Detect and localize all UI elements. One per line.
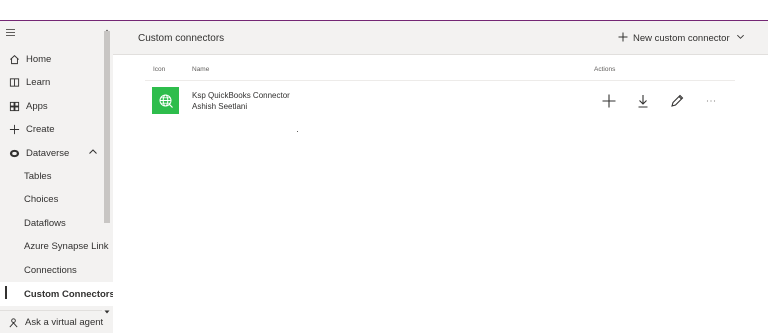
command-bar: Custom connectors New custom connector: [113, 21, 768, 55]
nav-label: Custom Connectors: [24, 288, 113, 300]
table-row[interactable]: Ksp QuickBooks Connector Ashish Seetlani: [145, 81, 735, 121]
nav-item-choices[interactable]: Choices: [0, 187, 113, 211]
hamburger-menu-icon[interactable]: [6, 27, 20, 39]
active-indicator: [5, 286, 7, 299]
nav-item-learn[interactable]: Learn: [0, 70, 102, 94]
nav-label: Home: [26, 53, 52, 65]
nav-label: Learn: [26, 76, 51, 88]
agent-icon: [8, 316, 19, 328]
download-icon[interactable]: [635, 93, 651, 109]
nav-item-apps[interactable]: Apps: [0, 94, 102, 118]
nav-item-azure-synapse-link[interactable]: Azure Synapse Link: [0, 234, 113, 258]
book-icon: [8, 76, 20, 88]
nav-label: Dataflows: [24, 217, 66, 229]
nav-label: Dataverse: [26, 147, 70, 159]
chevron-up-icon[interactable]: [88, 147, 100, 159]
main-content: Custom connectors New custom connector I…: [113, 21, 768, 333]
scroll-down-icon[interactable]: [104, 304, 110, 314]
more-options-icon[interactable]: [703, 93, 719, 109]
nav-item-custom-connectors[interactable]: Custom Connectors: [0, 282, 113, 306]
nav-item-dataflows[interactable]: Dataflows: [0, 211, 113, 235]
nav-item-dataverse[interactable]: Dataverse: [0, 141, 102, 165]
chevron-down-icon: [736, 32, 745, 44]
new-button-label: New custom connector: [633, 32, 730, 44]
connector-globe-icon: [152, 87, 179, 114]
nav-label: Choices: [24, 193, 59, 205]
nav-label: Apps: [26, 100, 48, 112]
scrollbar-thumb[interactable]: [104, 31, 110, 223]
nav-label: Tables: [24, 170, 52, 182]
nav-label: Connections: [24, 264, 77, 276]
database-icon: [8, 147, 20, 159]
stray-dot: [297, 131, 298, 132]
plus-icon: [8, 123, 20, 135]
nav-item-connections[interactable]: Connections: [0, 258, 113, 282]
nav-item-home[interactable]: Home: [0, 47, 102, 71]
left-nav: Home Learn Apps Create Dataverse Tables …: [0, 21, 113, 333]
add-action-icon[interactable]: [601, 93, 617, 109]
edit-pencil-icon[interactable]: [669, 93, 685, 109]
home-icon: [8, 53, 20, 65]
column-header-icon: Icon: [153, 66, 166, 73]
column-header-name: Name: [192, 66, 210, 73]
nav-item-create[interactable]: Create: [0, 117, 102, 141]
apps-icon: [8, 100, 20, 112]
connector-owner: Ashish Seetlani: [192, 102, 248, 111]
nav-label: Create: [26, 123, 55, 135]
sidebar-scrollbar[interactable]: [102, 21, 112, 333]
new-custom-connector-button[interactable]: New custom connector: [618, 29, 745, 47]
nav-item-tables[interactable]: Tables: [0, 164, 113, 188]
connector-name[interactable]: Ksp QuickBooks Connector: [192, 91, 290, 100]
scroll-up-icon[interactable]: [104, 23, 110, 33]
ask-virtual-agent-button[interactable]: Ask a virtual agent: [0, 310, 104, 333]
column-header-actions: Actions: [594, 66, 616, 73]
plus-icon: [618, 32, 628, 45]
ask-agent-label: Ask a virtual agent: [25, 316, 104, 328]
nav-label: Azure Synapse Link: [24, 240, 109, 252]
page-title: Custom connectors: [138, 33, 225, 44]
